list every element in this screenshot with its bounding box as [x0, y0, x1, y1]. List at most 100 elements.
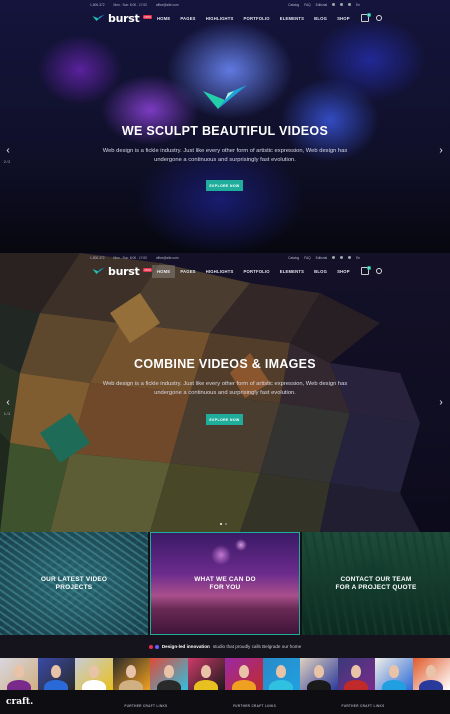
language-selector[interactable]: En — [356, 256, 360, 260]
slide-counter: 2 / 2 — [4, 160, 11, 164]
gallery-thumbnail[interactable] — [187, 658, 225, 690]
gallery-thumbnail[interactable] — [112, 658, 150, 690]
portrait-face — [126, 665, 137, 678]
gallery-thumbnail[interactable] — [0, 658, 38, 690]
slider-dot[interactable] — [220, 523, 222, 525]
topbar-link-editorial[interactable]: Editorial — [316, 256, 328, 260]
next-slide-icon[interactable]: › — [436, 395, 446, 409]
tile-label-line2: PROJECTS — [55, 583, 93, 591]
footer-logo[interactable]: craft. — [6, 697, 124, 707]
opening-hours: Mon - Sun: 8:00 - 17:00 — [113, 255, 147, 260]
tile-label-line2: FOR A PROJECT QUOTE — [335, 583, 417, 591]
main-navbar-2: burst PRO HOME PAGES HIGHLIGHTS PORTFOLI… — [0, 262, 450, 280]
topbar-link-editorial[interactable]: Editorial — [316, 3, 328, 7]
tile-contact-team[interactable]: CONTACT OUR TEAM FOR A PROJECT QUOTE — [302, 532, 450, 635]
footer-column-title: FURTHER CRAFT LINKS — [124, 704, 168, 708]
main-menu: HOME PAGES HIGHLIGHTS PORTFOLIO ELEMENTS… — [152, 12, 382, 25]
explore-now-button[interactable]: EXPLORE NOW — [206, 180, 243, 191]
cart-count: 0 — [366, 266, 371, 270]
menu-pages[interactable]: PAGES — [175, 265, 200, 278]
menu-elements[interactable]: ELEMENTS — [275, 265, 309, 278]
menu-portfolio[interactable]: PORTFOLIO — [239, 265, 275, 278]
image-gallery-strip — [0, 658, 450, 690]
gallery-thumbnail[interactable] — [412, 658, 450, 690]
next-slide-icon[interactable]: › — [436, 143, 446, 157]
menu-shop[interactable]: SHOP — [332, 12, 355, 25]
email-link[interactable]: office@site.com — [156, 256, 179, 260]
tile-label-line2: FOR YOU — [209, 583, 241, 591]
portrait-body — [419, 680, 444, 690]
menu-elements[interactable]: ELEMENTS — [275, 12, 309, 25]
footer-column-title: FURTHER CRAFT LINKS — [232, 704, 276, 708]
gallery-thumbnail[interactable] — [300, 658, 338, 690]
topbar-link-faq[interactable]: FAQ — [304, 256, 310, 260]
gallery-thumbnail[interactable] — [225, 658, 263, 690]
gallery-thumbnail[interactable] — [75, 658, 113, 690]
tile-latest-projects[interactable]: OUR LATEST VIDEO PROJECTS — [0, 532, 148, 635]
hero-subtitle-1: Web design is a fickle industry. Just li… — [102, 148, 348, 154]
instagram-icon[interactable] — [348, 256, 352, 259]
blue-dot-icon — [154, 644, 159, 649]
gallery-thumbnail[interactable] — [262, 658, 300, 690]
logo[interactable]: burst PRO — [92, 265, 152, 278]
portrait-body — [44, 680, 69, 690]
search-icon[interactable] — [375, 268, 382, 274]
cart-count: 0 — [366, 13, 371, 17]
search-icon[interactable] — [375, 15, 382, 21]
tile-label-line1: CONTACT OUR TEAM — [340, 575, 412, 583]
portrait-body — [6, 680, 31, 690]
menu-portfolio[interactable]: PORTFOLIO — [239, 12, 275, 25]
main-menu: HOME PAGES HIGHLIGHTS PORTFOLIO ELEMENTS… — [151, 264, 382, 278]
portrait-face — [201, 665, 212, 678]
portrait-face — [163, 665, 174, 678]
menu-blog[interactable]: BLOG — [309, 12, 332, 25]
phone-number: 1-800-372 — [90, 255, 105, 260]
menu-home[interactable]: HOME — [151, 264, 176, 278]
tile-label-line1: OUR LATEST VIDEO — [40, 575, 108, 583]
menu-pages[interactable]: PAGES — [175, 12, 200, 25]
menu-highlights[interactable]: HIGHLIGHTS — [201, 265, 239, 278]
explore-now-button[interactable]: EXPLORE NOW — [206, 414, 243, 425]
portrait-body — [231, 680, 256, 690]
feature-tiles: OUR LATEST VIDEO PROJECTS WHAT WE CAN DO… — [0, 532, 450, 635]
logo[interactable]: burst PRO — [92, 12, 152, 25]
hero-title: WE SCULPT BEAUTIFUL VIDEOS — [121, 124, 329, 138]
menu-blog[interactable]: BLOG — [309, 265, 332, 278]
gallery-thumbnail[interactable] — [337, 658, 375, 690]
menu-shop[interactable]: SHOP — [332, 265, 355, 278]
topbar-link-catalog[interactable]: Catalog — [288, 256, 299, 260]
hero-subtitle-2: undergone a continuous and surprisingly … — [154, 157, 296, 163]
cart-icon[interactable]: 0 — [360, 266, 371, 275]
topbar-link-catalog[interactable]: Catalog — [288, 3, 299, 7]
gallery-thumbnail[interactable] — [150, 658, 188, 690]
logo-wing-icon — [92, 267, 105, 274]
gallery-thumbnail[interactable] — [375, 658, 413, 690]
instagram-icon[interactable] — [348, 3, 352, 6]
prev-slide-icon[interactable]: ‹ — [3, 395, 13, 409]
portrait-face — [13, 665, 24, 678]
menu-home[interactable]: HOME — [152, 12, 175, 25]
portrait-body — [194, 680, 219, 690]
opening-hours: Mon - Sun: 8:00 - 17:00 — [113, 2, 147, 7]
slider-dot[interactable] — [225, 523, 227, 525]
hero-subtitle-2: undergone a continuous and surprisingly … — [154, 390, 296, 396]
twitter-icon[interactable] — [340, 3, 344, 6]
prev-slide-icon[interactable]: ‹ — [3, 143, 13, 157]
cart-icon[interactable]: 0 — [360, 13, 371, 22]
tile-what-we-do[interactable]: WHAT WE CAN DO FOR YOU — [150, 532, 300, 635]
facebook-icon[interactable] — [332, 3, 336, 6]
twitter-icon[interactable] — [340, 256, 344, 259]
hero-slider-images: 1-800-372 Mon - Sun: 8:00 - 17:00 office… — [0, 253, 450, 532]
red-dot-icon — [148, 644, 153, 649]
portrait-face — [313, 665, 324, 678]
tagline-bold: Design-led innovation — [161, 644, 210, 649]
portrait-body — [344, 680, 369, 690]
topbar-link-faq[interactable]: FAQ — [304, 3, 310, 7]
footer-column-title: FURTHER CRAFT LINKS — [341, 704, 385, 708]
gallery-thumbnail[interactable] — [37, 658, 75, 690]
facebook-icon[interactable] — [332, 256, 336, 259]
language-selector[interactable]: En — [356, 3, 360, 7]
menu-highlights[interactable]: HIGHLIGHTS — [201, 12, 239, 25]
portrait-face — [238, 665, 249, 678]
email-link[interactable]: office@site.com — [156, 3, 179, 7]
